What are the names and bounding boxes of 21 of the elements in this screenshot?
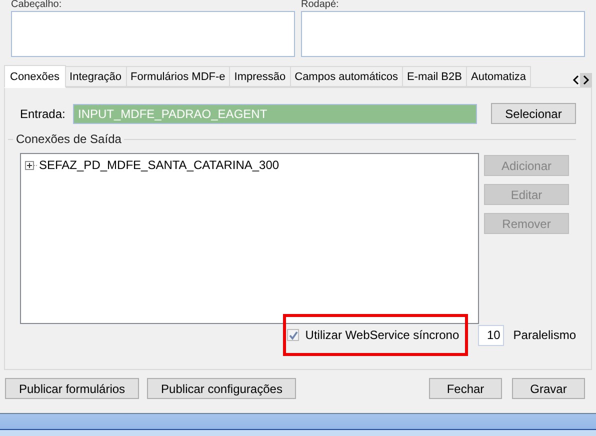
field-label: Rodapé: xyxy=(301,0,340,11)
connection-tree[interactable]: SEFAZ_PD_MDFE_SANTA_CATARINA_300 xyxy=(20,153,479,324)
sync-checkbox-label: Utilizar WebService síncrono xyxy=(305,327,460,344)
select-button[interactable]: Selecionar xyxy=(491,103,576,124)
entrada-label: Entrada: xyxy=(20,106,65,122)
group-title: Conexões de Saída xyxy=(15,131,122,148)
dialog-button[interactable]: Gravar xyxy=(512,378,585,399)
publish-button[interactable]: Publicar configurações xyxy=(147,378,296,399)
tab[interactable]: Impressão xyxy=(230,66,291,87)
tab[interactable]: Conexões xyxy=(4,65,66,88)
tab[interactable]: Automatiza xyxy=(466,66,532,87)
dialog-button[interactable]: Fechar xyxy=(429,378,502,399)
parallelism-field[interactable]: 10 xyxy=(478,324,504,346)
publish-button[interactable]: Publicar formulários xyxy=(5,378,140,399)
tab[interactable]: Formulários MDF-e xyxy=(126,66,230,87)
tab[interactable]: E-mail B2B xyxy=(402,66,467,87)
tab[interactable]: Integração xyxy=(66,66,127,87)
field-label: Cabeçalho: xyxy=(11,0,63,11)
parallelism-label: Paralelismo xyxy=(513,327,576,344)
tab[interactable]: Campos automáticos xyxy=(290,66,403,87)
tree-item[interactable]: SEFAZ_PD_MDFE_SANTA_CATARINA_300 xyxy=(39,156,280,174)
